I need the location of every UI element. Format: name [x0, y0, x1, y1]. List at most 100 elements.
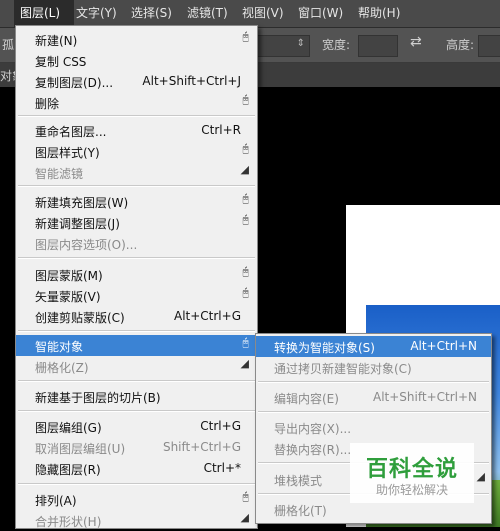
menu-item-label: 重命名图层...	[35, 125, 107, 139]
menu-item-label: 新建基于图层的切片(B)	[35, 391, 161, 405]
menu-item-shortcut: Ctrl+G	[200, 419, 241, 433]
menu-filter[interactable]: 滤镜(T)	[187, 0, 228, 27]
mouse-cursor-icon: 🖰	[242, 265, 249, 278]
menu-item-create-clipping-mask[interactable]: 创建剪贴蒙版(C) Alt+Ctrl+G	[16, 306, 257, 327]
menu-item-label: 智能滤镜	[35, 167, 84, 181]
menu-item-delete[interactable]: 删除 🖰	[16, 92, 257, 113]
submenu-separator	[258, 411, 489, 413]
menu-layer[interactable]: 图层(L)	[14, 0, 74, 27]
menu-separator	[18, 410, 255, 412]
menu-item-shortcut: Ctrl+*	[203, 461, 241, 475]
submenu-item-label: 编辑内容(E)	[274, 392, 339, 406]
submenu-item-shortcut: Alt+Ctrl+N	[410, 339, 477, 353]
submenu-item-label: 转换为智能对象(S)	[274, 341, 375, 355]
menu-item-shortcut: Alt+Shift+Ctrl+J	[142, 74, 241, 88]
menu-item-arrange[interactable]: 排列(A) 🖰	[16, 489, 257, 510]
menu-item-label: 取消图层编组(U)	[35, 442, 126, 456]
watermark-logo: 百科全说 助你轻松解决	[350, 443, 474, 503]
menu-type[interactable]: 文字(Y)	[76, 0, 117, 27]
menu-item-rename-layer[interactable]: 重命名图层... Ctrl+R	[16, 120, 257, 141]
menu-item-layer-content-options[interactable]: 图层内容选项(O)...	[16, 233, 257, 254]
menu-item-label: 图层样式(Y)	[35, 146, 100, 160]
width-label: 宽度:	[322, 38, 351, 52]
submenu-item-label: 导出内容(X)...	[274, 422, 352, 436]
menu-separator	[18, 483, 255, 485]
submenu-item-label: 通过拷贝新建智能对象(C)	[274, 362, 412, 376]
menu-item-shortcut: Shift+Ctrl+G	[162, 440, 241, 454]
menu-item-new-adjustment-layer[interactable]: 新建调整图层(J) 🖰	[16, 212, 257, 233]
menu-item-combine-shapes[interactable]: 合并形状(H) ◢	[16, 510, 257, 531]
submenu-item-label: 替换内容(R)...	[274, 443, 352, 457]
mouse-cursor-icon: 🖰	[242, 213, 249, 226]
dropdown-arrow-icon: ⇕	[296, 38, 305, 49]
mouse-cursor-icon: 🖰	[242, 93, 249, 106]
submenu-arrow-icon: ◢	[240, 511, 249, 524]
menu-item-layer-mask[interactable]: 图层蒙版(M) 🖰	[16, 264, 257, 285]
menu-item-label: 图层内容选项(O)...	[35, 238, 138, 252]
submenu-separator	[258, 381, 489, 383]
menu-bar: 图层(L) 文字(Y) 选择(S) 滤镜(T) 视图(V) 窗口(W) 帮助(H…	[0, 0, 500, 28]
mouse-cursor-icon: 🖰	[242, 30, 249, 43]
height-field[interactable]	[478, 35, 500, 57]
menu-separator	[18, 380, 255, 382]
submenu-item-label: 堆栈模式	[274, 474, 323, 488]
mouse-cursor-icon: 🖰	[242, 192, 249, 205]
options-fragment-label: 孤	[2, 38, 15, 52]
swap-icon[interactable]: ⇄	[410, 34, 422, 50]
layer-menu: 新建(N) 🖰 复制 CSS 复制图层(D)... Alt+Shift+Ctrl+J…	[15, 25, 258, 529]
menu-select[interactable]: 选择(S)	[131, 0, 172, 27]
menu-item-label: 复制 CSS	[35, 55, 87, 69]
menu-item-label: 新建填充图层(W)	[35, 196, 129, 210]
menu-separator	[18, 115, 255, 117]
menu-item-label: 排列(A)	[35, 494, 77, 508]
menu-item-rasterize[interactable]: 栅格化(Z) ◢	[16, 356, 257, 377]
menu-item-new-layer-based-slice[interactable]: 新建基于图层的切片(B)	[16, 386, 257, 407]
height-label: 高度:	[446, 38, 475, 52]
menu-item-label: 图层蒙版(M)	[35, 269, 103, 283]
mode-select[interactable]: ⇕	[256, 35, 310, 57]
submenu-item-convert-to-smart-object[interactable]: 转换为智能对象(S) Alt+Ctrl+N	[256, 336, 491, 357]
menu-separator	[18, 185, 255, 187]
menu-item-label: 新建(N)	[35, 34, 78, 48]
submenu-arrow-icon: ◢	[240, 357, 249, 370]
menu-item-label: 矢量蒙版(V)	[35, 290, 101, 304]
menu-item-label: 创建剪贴蒙版(C)	[35, 311, 125, 325]
submenu-item-edit-contents[interactable]: 编辑内容(E) Alt+Shift+Ctrl+N	[256, 387, 491, 408]
menu-item-ungroup-layers[interactable]: 取消图层编组(U) Shift+Ctrl+G	[16, 437, 257, 458]
submenu-item-label: 栅格化(T)	[274, 504, 327, 518]
menu-separator	[18, 257, 255, 259]
menu-item-group-layers[interactable]: 图层编组(G) Ctrl+G	[16, 416, 257, 437]
menu-item-label: 复制图层(D)...	[35, 76, 114, 90]
menu-item-label: 智能对象	[35, 340, 84, 354]
width-field[interactable]	[358, 35, 398, 57]
submenu-arrow-icon: ◢	[476, 470, 485, 483]
menu-item-copy-css[interactable]: 复制 CSS	[16, 50, 257, 71]
menu-item-label: 图层编组(G)	[35, 421, 102, 435]
menu-view[interactable]: 视图(V)	[242, 0, 284, 27]
menu-item-new-fill-layer[interactable]: 新建填充图层(W) 🖰	[16, 191, 257, 212]
menu-item-new[interactable]: 新建(N) 🖰	[16, 29, 257, 50]
menu-help[interactable]: 帮助(H)	[358, 0, 400, 27]
mouse-cursor-icon: 🖰	[242, 286, 249, 299]
menu-item-hide-layers[interactable]: 隐藏图层(R) Ctrl+*	[16, 458, 257, 479]
menu-item-vector-mask[interactable]: 矢量蒙版(V) 🖰	[16, 285, 257, 306]
menu-item-shortcut: Ctrl+R	[201, 123, 241, 137]
menu-item-shortcut: Alt+Ctrl+G	[173, 309, 241, 323]
menu-item-label: 隐藏图层(R)	[35, 463, 101, 477]
menu-item-layer-style[interactable]: 图层样式(Y) 🖰	[16, 141, 257, 162]
submenu-item-new-smart-object-via-copy[interactable]: 通过拷贝新建智能对象(C)	[256, 357, 491, 378]
watermark-title: 百科全说	[365, 457, 458, 482]
menu-window[interactable]: 窗口(W)	[298, 0, 343, 27]
menu-item-duplicate-layer[interactable]: 复制图层(D)... Alt+Shift+Ctrl+J	[16, 71, 257, 92]
menu-item-label: 合并形状(H)	[35, 515, 102, 529]
mouse-cursor-icon: 🖰	[242, 336, 249, 349]
menu-item-label: 栅格化(Z)	[35, 361, 89, 375]
submenu-arrow-icon: ◢	[240, 163, 249, 176]
submenu-item-export-contents[interactable]: 导出内容(X)...	[256, 417, 491, 438]
menu-item-label: 新建调整图层(J)	[35, 217, 120, 231]
menu-item-smart-object[interactable]: 智能对象 🖰	[16, 335, 257, 356]
mouse-cursor-icon: 🖰	[242, 490, 249, 503]
mouse-cursor-icon: 🖰	[242, 142, 249, 155]
menu-item-label: 删除	[35, 97, 60, 111]
menu-item-smart-filter[interactable]: 智能滤镜 ◢	[16, 162, 257, 183]
